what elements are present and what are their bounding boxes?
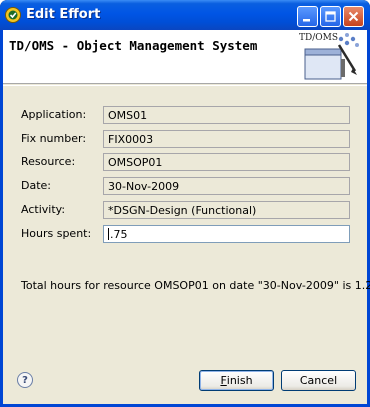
fix-number-row: Fix number: FIX0003: [21, 130, 351, 148]
activity-row: Activity: *DSGN-Design (Functional): [21, 201, 351, 219]
dialog-header: TD/OMS - Object Management System TD/OMS: [3, 30, 367, 84]
tdoms-app-icon: [5, 7, 21, 23]
text-caret: [108, 228, 109, 240]
edit-effort-window: Edit Effort TD/OMS - Object Management S…: [0, 0, 370, 407]
resource-label: Resource:: [21, 155, 76, 168]
activity-label: Activity:: [21, 203, 66, 216]
date-field: 30-Nov-2009: [103, 177, 350, 195]
close-button[interactable]: [343, 6, 364, 27]
finish-label: inish: [226, 374, 253, 387]
date-row: Date: 30-Nov-2009: [21, 177, 351, 195]
maximize-button[interactable]: [320, 6, 341, 27]
activity-field: *DSGN-Design (Functional): [103, 201, 350, 219]
window-title: Edit Effort: [26, 7, 101, 22]
finish-button[interactable]: Finish: [199, 370, 274, 391]
minimize-icon: [303, 19, 310, 22]
application-field: OMS01: [103, 106, 350, 124]
close-icon: [348, 11, 359, 22]
title-bar[interactable]: Edit Effort: [0, 0, 370, 30]
help-icon: ?: [22, 374, 28, 386]
resource-field: OMSOP01: [103, 153, 350, 171]
hours-spent-row: Hours spent: .75: [21, 225, 351, 243]
fix-number-label: Fix number:: [21, 132, 87, 145]
tdoms-banner-icon: TD/OMS: [299, 33, 359, 80]
help-button[interactable]: ?: [17, 372, 33, 388]
cancel-button[interactable]: Cancel: [281, 370, 356, 391]
application-row: Application: OMS01: [21, 106, 351, 124]
hours-spent-value: .75: [110, 228, 128, 241]
date-label: Date:: [21, 179, 51, 192]
header-separator: [3, 85, 367, 86]
maximize-icon: [325, 11, 336, 22]
dialog-body: TD/OMS - Object Management System TD/OMS…: [3, 30, 370, 404]
fix-number-field: FIX0003: [103, 130, 350, 148]
minimize-button[interactable]: [297, 6, 318, 27]
hours-spent-label: Hours spent:: [21, 227, 92, 240]
application-label: Application:: [21, 108, 87, 121]
banner-graphic-text: TD/OMS: [299, 33, 338, 43]
resource-row: Resource: OMSOP01: [21, 153, 351, 171]
header-title: TD/OMS - Object Management System: [9, 38, 258, 53]
hours-spent-input[interactable]: .75: [103, 225, 350, 243]
total-hours-summary: Total hours for resource OMSOP01 on date…: [21, 279, 370, 292]
